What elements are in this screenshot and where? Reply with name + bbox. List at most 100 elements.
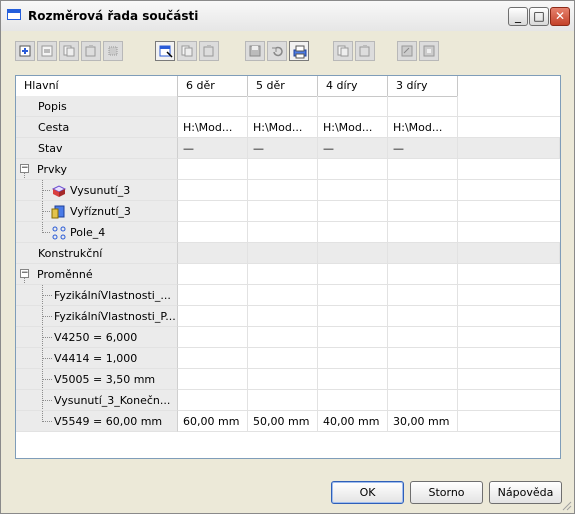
value-cell[interactable] xyxy=(178,285,248,306)
value-cell[interactable] xyxy=(388,201,458,222)
value-cell[interactable] xyxy=(388,348,458,369)
row-label-cell[interactable]: V4250 = 6,000 xyxy=(16,327,178,348)
value-cell[interactable]: — xyxy=(388,138,458,159)
value-cell[interactable] xyxy=(178,390,248,411)
value-cell[interactable] xyxy=(318,390,388,411)
value-cell[interactable]: — xyxy=(178,138,248,159)
cancel-button[interactable]: Storno xyxy=(410,481,483,504)
value-cell[interactable] xyxy=(178,327,248,348)
value-cell[interactable] xyxy=(248,201,318,222)
value-cell[interactable] xyxy=(248,243,318,264)
value-cell[interactable] xyxy=(248,159,318,180)
value-cell[interactable] xyxy=(248,369,318,390)
row-label-cell[interactable]: Vysunutí_3 xyxy=(16,180,178,201)
select-cell-icon[interactable] xyxy=(155,41,175,61)
save-icon[interactable] xyxy=(245,41,265,61)
value-cell[interactable]: H:\Mod... xyxy=(388,117,458,138)
value-cell[interactable] xyxy=(388,306,458,327)
row-label-cell[interactable]: Vyříznutí_3 xyxy=(16,201,178,222)
value-cell[interactable]: 40,00 mm xyxy=(318,411,388,432)
row-label-cell[interactable]: Konstrukční xyxy=(16,243,178,264)
value-cell[interactable] xyxy=(178,348,248,369)
print-icon[interactable] xyxy=(289,41,309,61)
value-cell[interactable] xyxy=(248,285,318,306)
value-cell[interactable] xyxy=(178,306,248,327)
row-label-cell[interactable]: Cesta xyxy=(16,117,178,138)
row-label-cell[interactable]: V5005 = 3,50 mm xyxy=(16,369,178,390)
maximize-button[interactable]: □ xyxy=(529,7,549,26)
value-cell[interactable]: H:\Mod... xyxy=(248,117,318,138)
value-cell[interactable] xyxy=(318,327,388,348)
column-header-member[interactable]: 6 děr xyxy=(178,76,248,96)
import-icon[interactable] xyxy=(419,41,439,61)
title-bar[interactable]: Rozměrová řada součásti _ □ ✕ xyxy=(1,1,574,31)
paste-column-icon[interactable] xyxy=(199,41,219,61)
value-cell[interactable] xyxy=(388,243,458,264)
help-button[interactable]: Nápověda xyxy=(489,481,562,504)
value-cell[interactable] xyxy=(318,306,388,327)
value-cell[interactable] xyxy=(388,285,458,306)
value-cell[interactable] xyxy=(248,348,318,369)
undo-icon[interactable] xyxy=(267,41,287,61)
value-cell[interactable] xyxy=(178,222,248,243)
value-cell[interactable] xyxy=(248,96,318,117)
value-cell[interactable] xyxy=(388,390,458,411)
value-cell[interactable] xyxy=(388,222,458,243)
value-cell[interactable] xyxy=(388,96,458,117)
value-cell[interactable] xyxy=(178,159,248,180)
value-cell[interactable] xyxy=(318,285,388,306)
value-cell[interactable] xyxy=(318,264,388,285)
value-cell[interactable] xyxy=(248,222,318,243)
value-cell[interactable]: — xyxy=(248,138,318,159)
row-label-cell[interactable]: V5549 = 60,00 mm xyxy=(16,411,178,432)
column-header-member[interactable]: 4 díry xyxy=(318,76,388,96)
copy-column-icon[interactable] xyxy=(177,41,197,61)
value-cell[interactable] xyxy=(248,264,318,285)
value-cell[interactable] xyxy=(318,222,388,243)
collapse-toggle-icon[interactable]: − xyxy=(20,164,29,173)
value-cell[interactable] xyxy=(388,159,458,180)
value-cell[interactable]: 50,00 mm xyxy=(248,411,318,432)
value-cell[interactable] xyxy=(388,369,458,390)
delete-row-icon[interactable] xyxy=(37,41,57,61)
insert-row-icon[interactable] xyxy=(15,41,35,61)
value-cell[interactable] xyxy=(178,369,248,390)
column-header-main[interactable]: Hlavní xyxy=(16,76,178,96)
ok-button[interactable]: OK xyxy=(331,481,404,504)
value-cell[interactable] xyxy=(388,180,458,201)
value-cell[interactable] xyxy=(318,348,388,369)
paste-row-icon[interactable] xyxy=(81,41,101,61)
row-label-cell[interactable]: Popis xyxy=(16,96,178,117)
resize-grip-icon[interactable] xyxy=(560,499,572,511)
value-cell[interactable]: H:\Mod... xyxy=(318,117,388,138)
row-label-cell[interactable]: Pole_4 xyxy=(16,222,178,243)
column-header-member[interactable]: 5 děr xyxy=(248,76,318,96)
minimize-button[interactable]: _ xyxy=(508,7,528,26)
value-cell[interactable] xyxy=(248,327,318,348)
row-label-cell[interactable]: FyzikálníVlastnosti_P... xyxy=(16,306,178,327)
value-cell[interactable]: — xyxy=(318,138,388,159)
value-cell[interactable] xyxy=(318,369,388,390)
value-cell[interactable] xyxy=(318,180,388,201)
value-cell[interactable] xyxy=(318,96,388,117)
value-cell[interactable]: 60,00 mm xyxy=(178,411,248,432)
row-label-cell[interactable]: − Prvky xyxy=(16,159,178,180)
collapse-toggle-icon[interactable]: − xyxy=(20,269,29,278)
export-icon[interactable] xyxy=(397,41,417,61)
copy-icon[interactable] xyxy=(333,41,353,61)
value-cell[interactable] xyxy=(318,201,388,222)
column-header-member[interactable]: 3 díry xyxy=(388,76,458,96)
copy-row-icon[interactable] xyxy=(59,41,79,61)
row-label-cell[interactable]: Vysunutí_3_Konečn... xyxy=(16,390,178,411)
value-cell[interactable] xyxy=(388,264,458,285)
value-cell[interactable] xyxy=(248,180,318,201)
value-cell[interactable] xyxy=(248,306,318,327)
value-cell[interactable] xyxy=(388,327,458,348)
paste-icon[interactable] xyxy=(355,41,375,61)
value-cell[interactable] xyxy=(178,243,248,264)
row-label-cell[interactable]: − Proměnné xyxy=(16,264,178,285)
value-cell[interactable]: 30,00 mm xyxy=(388,411,458,432)
row-label-cell[interactable]: V4414 = 1,000 xyxy=(16,348,178,369)
value-cell[interactable] xyxy=(178,264,248,285)
close-button[interactable]: ✕ xyxy=(550,7,570,26)
